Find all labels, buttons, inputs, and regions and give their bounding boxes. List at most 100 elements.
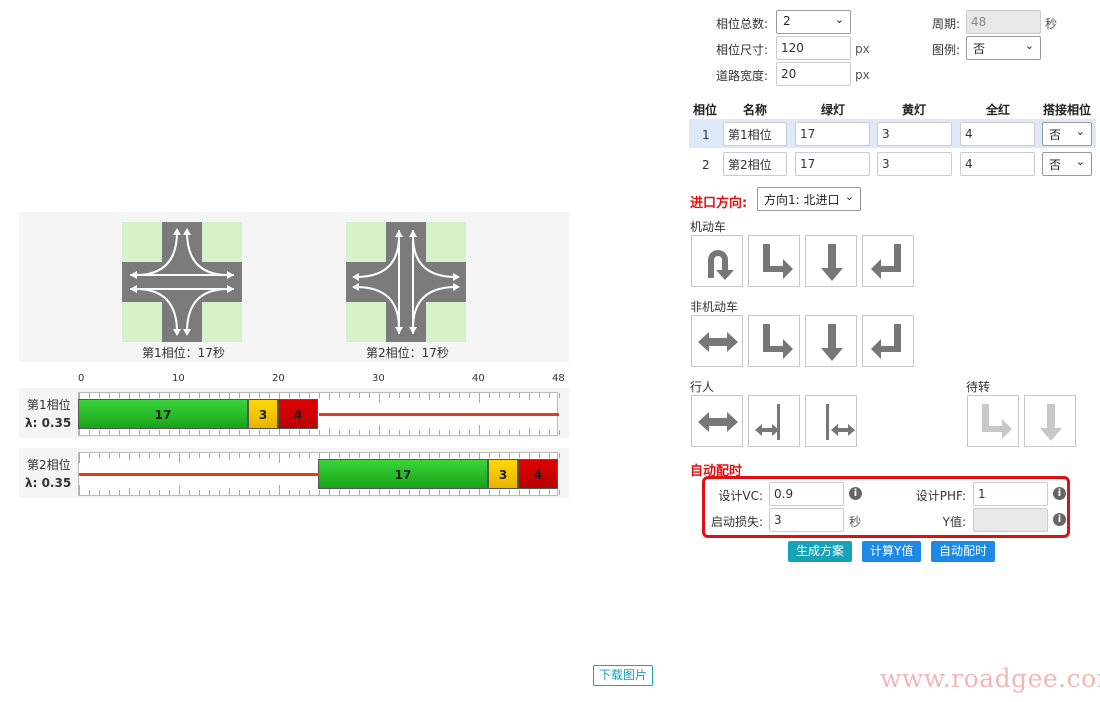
cycle-input [966, 10, 1041, 34]
legend-select[interactable]: 否 ⌄ [966, 36, 1041, 60]
ruler-tick [239, 453, 240, 458]
info-icon[interactable]: i [1053, 513, 1066, 526]
calc-y-button[interactable]: 计算Y值 [862, 541, 922, 562]
startup-loss-label: 启动损失: [710, 515, 763, 529]
u-turn-icon[interactable] [691, 235, 743, 287]
y-input [973, 508, 1048, 532]
approach-label: 进口方向: [690, 196, 748, 211]
straight-icon[interactable] [805, 235, 857, 287]
bidirectional-icon[interactable] [691, 395, 743, 447]
ruler-tick [89, 453, 90, 458]
ruler-tick [329, 393, 330, 400]
ruler-tick [549, 453, 550, 458]
red-segment: 4 [518, 459, 558, 489]
startup-loss-input[interactable] [769, 508, 844, 532]
ruler-tick [189, 490, 190, 495]
ruler-tick [199, 453, 200, 458]
ruler-tick [559, 453, 560, 458]
generate-plan-button[interactable]: 生成方案 [788, 541, 853, 562]
phf-label: 设计PHF: [915, 489, 966, 503]
ruler-tick [439, 453, 440, 458]
ruler-tick [249, 430, 250, 435]
waiting-label: 待转 [966, 380, 991, 394]
phase2-green-input[interactable] [795, 152, 870, 176]
ruler-tick [409, 430, 410, 435]
phase1-allred-input[interactable] [960, 122, 1035, 146]
phase2-overlap-select[interactable]: 否 ⌄ [1042, 152, 1092, 176]
left-turn-icon[interactable] [862, 315, 914, 367]
timing-scale: 17 3 4 [78, 452, 560, 496]
axis-tick-label: 40 [472, 373, 485, 384]
info-icon[interactable]: i [1053, 487, 1066, 500]
ruler-tick [89, 430, 90, 435]
nonmotor-label: 非机动车 [690, 300, 739, 314]
vc-label: 设计VC: [718, 489, 763, 503]
phf-input[interactable] [973, 482, 1048, 506]
ruler-tick [459, 453, 460, 458]
right-turn-icon[interactable] [748, 315, 800, 367]
yellow-segment: 3 [488, 459, 518, 489]
ruler-tick [429, 428, 430, 435]
ped-right-icon[interactable] [805, 395, 857, 447]
ruler-tick [219, 430, 220, 435]
ruler-tick [129, 453, 130, 460]
ruler-tick [509, 393, 510, 398]
ruler-tick [529, 488, 530, 495]
phase2-name-input[interactable] [723, 152, 787, 176]
phase2-allred-input[interactable] [960, 152, 1035, 176]
straight-icon[interactable] [805, 315, 857, 367]
approach-select[interactable]: 方向1: 北进口 ⌄ [757, 187, 861, 211]
phase-total-select[interactable]: 2 ⌄ [776, 10, 851, 34]
ruler-tick [169, 490, 170, 495]
info-icon[interactable]: i [849, 487, 862, 500]
ped-left-icon[interactable] [748, 395, 800, 447]
phase-size-input[interactable] [776, 36, 851, 60]
ruler-tick [279, 485, 280, 495]
table-cell-index: 1 [702, 128, 710, 142]
ruler-tick [349, 490, 350, 495]
ruler-tick [169, 393, 170, 398]
ruler-tick [109, 430, 110, 435]
ruler-tick [209, 430, 210, 435]
road-width-input[interactable] [776, 62, 851, 86]
ruler-tick [419, 453, 420, 458]
chevron-down-icon: ⌄ [1024, 39, 1034, 52]
ruler-tick [319, 430, 320, 435]
ruler-tick [209, 490, 210, 495]
col-header-yellow: 黄灯 [902, 103, 927, 117]
ruler-tick [289, 453, 290, 458]
phase1-intersection [122, 222, 242, 342]
ruler-tick [519, 453, 520, 458]
ruler-tick [419, 430, 420, 435]
ruler-tick [119, 453, 120, 458]
ruler-tick [219, 490, 220, 495]
download-image-button[interactable]: 下载图片 [593, 665, 654, 686]
vc-input[interactable] [769, 482, 844, 506]
phase2-caption: 第2相位：17秒 [366, 346, 449, 360]
ruler-tick [559, 490, 560, 495]
ruler-tick [139, 393, 140, 398]
phase1-green-input[interactable] [795, 122, 870, 146]
ruler-tick [439, 430, 440, 435]
ruler-tick [489, 453, 490, 458]
ruler-tick [349, 430, 350, 435]
auto-timing-button[interactable]: 自动配时 [931, 541, 996, 562]
ruler-tick [289, 430, 290, 435]
ruler-tick [269, 453, 270, 458]
ruler-tick [519, 490, 520, 495]
right-turn-icon[interactable] [967, 395, 1019, 447]
bidirectional-icon[interactable] [691, 315, 743, 367]
ruler-tick [259, 393, 260, 398]
phase1-name-input[interactable] [723, 122, 787, 146]
ruler-tick [129, 488, 130, 495]
left-turn-icon[interactable] [862, 235, 914, 287]
right-turn-icon[interactable] [748, 235, 800, 287]
phase2-yellow-input[interactable] [877, 152, 952, 176]
ruler-tick [509, 430, 510, 435]
ruler-tick [399, 430, 400, 435]
phase1-yellow-input[interactable] [877, 122, 952, 146]
ruler-tick [89, 393, 90, 398]
chevron-down-icon: ⌄ [834, 13, 844, 26]
straight-icon[interactable] [1024, 395, 1076, 447]
phase1-overlap-select[interactable]: 否 ⌄ [1042, 122, 1092, 146]
